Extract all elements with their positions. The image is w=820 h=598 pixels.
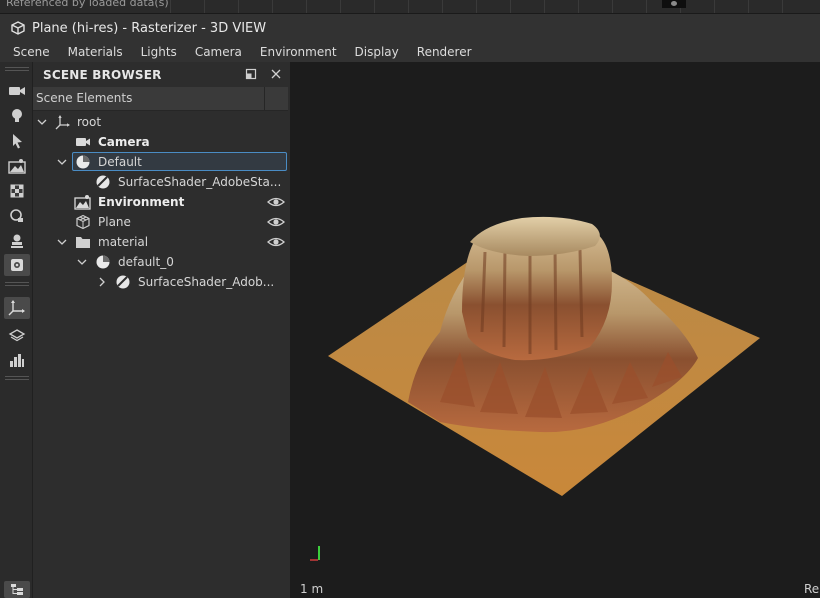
tree-item-label: SurfaceShader_Adob... [138,275,275,289]
toolbar-separator [5,282,29,286]
menu-camera[interactable]: Camera [186,42,251,62]
select-tool-button[interactable] [4,130,30,152]
terrain-render [310,216,760,561]
landscape-icon [8,159,26,174]
top-strip-cells [170,0,820,13]
tree-item-label: default_0 [118,255,174,269]
settings-tool-button[interactable] [4,254,30,276]
tree-item-label: Camera [98,135,150,149]
left-toolbar [0,62,33,598]
3d-viewport[interactable]: 1 m Ren [290,62,820,598]
panel-title: SCENE BROWSER [43,67,162,82]
sphere-icon [94,253,112,271]
chevron-down-icon[interactable] [75,254,89,270]
shader-icon [114,273,132,291]
chevron-down-icon[interactable] [35,114,49,130]
axis-icon [54,113,72,131]
lightbulb-icon [12,109,22,122]
scale-label: 1 m [300,582,324,596]
camera-icon [74,133,92,151]
tree-item-label: Environment [98,195,185,209]
menu-scene[interactable]: Scene [4,42,59,62]
cube-app-icon [7,17,29,39]
camera-icon [9,87,25,95]
window-title: Plane (hi-res) - Rasterizer - 3D VIEW [32,20,267,36]
restore-icon [245,68,257,80]
column-header-label: Scene Elements [36,91,133,105]
light-tool-button[interactable] [4,105,30,127]
shapes-icon [10,209,23,222]
environment-tool-button[interactable] [4,155,30,177]
shader-icon [94,173,112,191]
visibility-eye-icon[interactable] [267,215,285,229]
axis-tool-button[interactable] [4,297,30,319]
tree-item-label: Plane [98,215,131,229]
menu-renderer[interactable]: Renderer [408,42,481,62]
tree-item-label: root [77,115,102,129]
hierarchy-icon [11,584,23,595]
tree-item-root[interactable]: root [33,112,290,132]
cursor-arrow-icon [13,134,22,149]
camera-tool-button[interactable] [4,80,30,102]
layers-tool-button[interactable] [4,324,30,346]
column-divider[interactable] [264,87,265,111]
tree-view-button[interactable] [4,581,30,598]
visibility-eye-icon[interactable] [267,235,285,249]
tree-item-default[interactable]: Default [33,152,290,172]
axis-gizmo-icon [8,300,25,316]
maximize-panel-button[interactable] [243,66,259,82]
tree-item-surface-shader-child[interactable]: SurfaceShader_Adob... [33,272,290,292]
terrain-mesa-top [470,216,600,256]
toolbar-grip[interactable] [5,67,29,71]
thumbnail-preview[interactable] [662,0,686,8]
shape-tool-button[interactable] [4,205,30,227]
tree-item-camera[interactable]: Camera [33,132,290,152]
bar-chart-icon [10,354,24,367]
chevron-right-icon[interactable] [95,274,109,290]
toolbar-separator [5,376,29,380]
mesh-icon [74,213,92,231]
column-header[interactable]: Scene Elements [33,87,288,111]
gear-icon [11,259,23,271]
chevron-down-icon[interactable] [55,154,69,170]
sphere-icon [74,153,92,171]
close-panel-button[interactable] [268,66,284,82]
panel-header: SCENE BROWSER [33,62,290,87]
material-tool-button[interactable] [4,180,30,202]
stamp-icon [11,234,23,248]
renderer-label: Ren [804,582,820,596]
tree-item-label: Default [98,155,142,169]
tree-item-environment[interactable]: Environment [33,192,290,212]
visibility-eye-icon[interactable] [267,195,285,209]
window-titlebar: Plane (hi-res) - Rasterizer - 3D VIEW [0,14,820,42]
menu-materials[interactable]: Materials [59,42,132,62]
environment-icon [74,193,92,211]
menu-display[interactable]: Display [346,42,408,62]
tree-item-plane[interactable]: Plane [33,212,290,232]
menu-environment[interactable]: Environment [251,42,346,62]
stats-tool-button[interactable] [4,349,30,371]
tree-item-label: material [98,235,149,249]
tree-item-surface-shader[interactable]: SurfaceShader_AdobeSta... [33,172,290,192]
close-icon [271,69,281,79]
top-strip: Referenced by loaded data(s) [0,0,820,14]
scene-browser-panel: SCENE BROWSER Scene Elements root Camera… [33,62,290,598]
tree-item-label: SurfaceShader_AdobeSta... [118,175,282,189]
referenced-text: Referenced by loaded data(s) [6,0,169,9]
stamp-tool-button[interactable] [4,230,30,252]
chevron-down-icon[interactable] [55,234,69,250]
folder-icon [74,233,92,251]
menu-lights[interactable]: Lights [132,42,186,62]
checker-icon [10,184,24,198]
tree-item-default-0[interactable]: default_0 [33,252,290,272]
menu-bar: Scene Materials Lights Camera Environmen… [0,42,820,62]
layers-icon [8,329,26,342]
tree-item-material[interactable]: material [33,232,290,252]
